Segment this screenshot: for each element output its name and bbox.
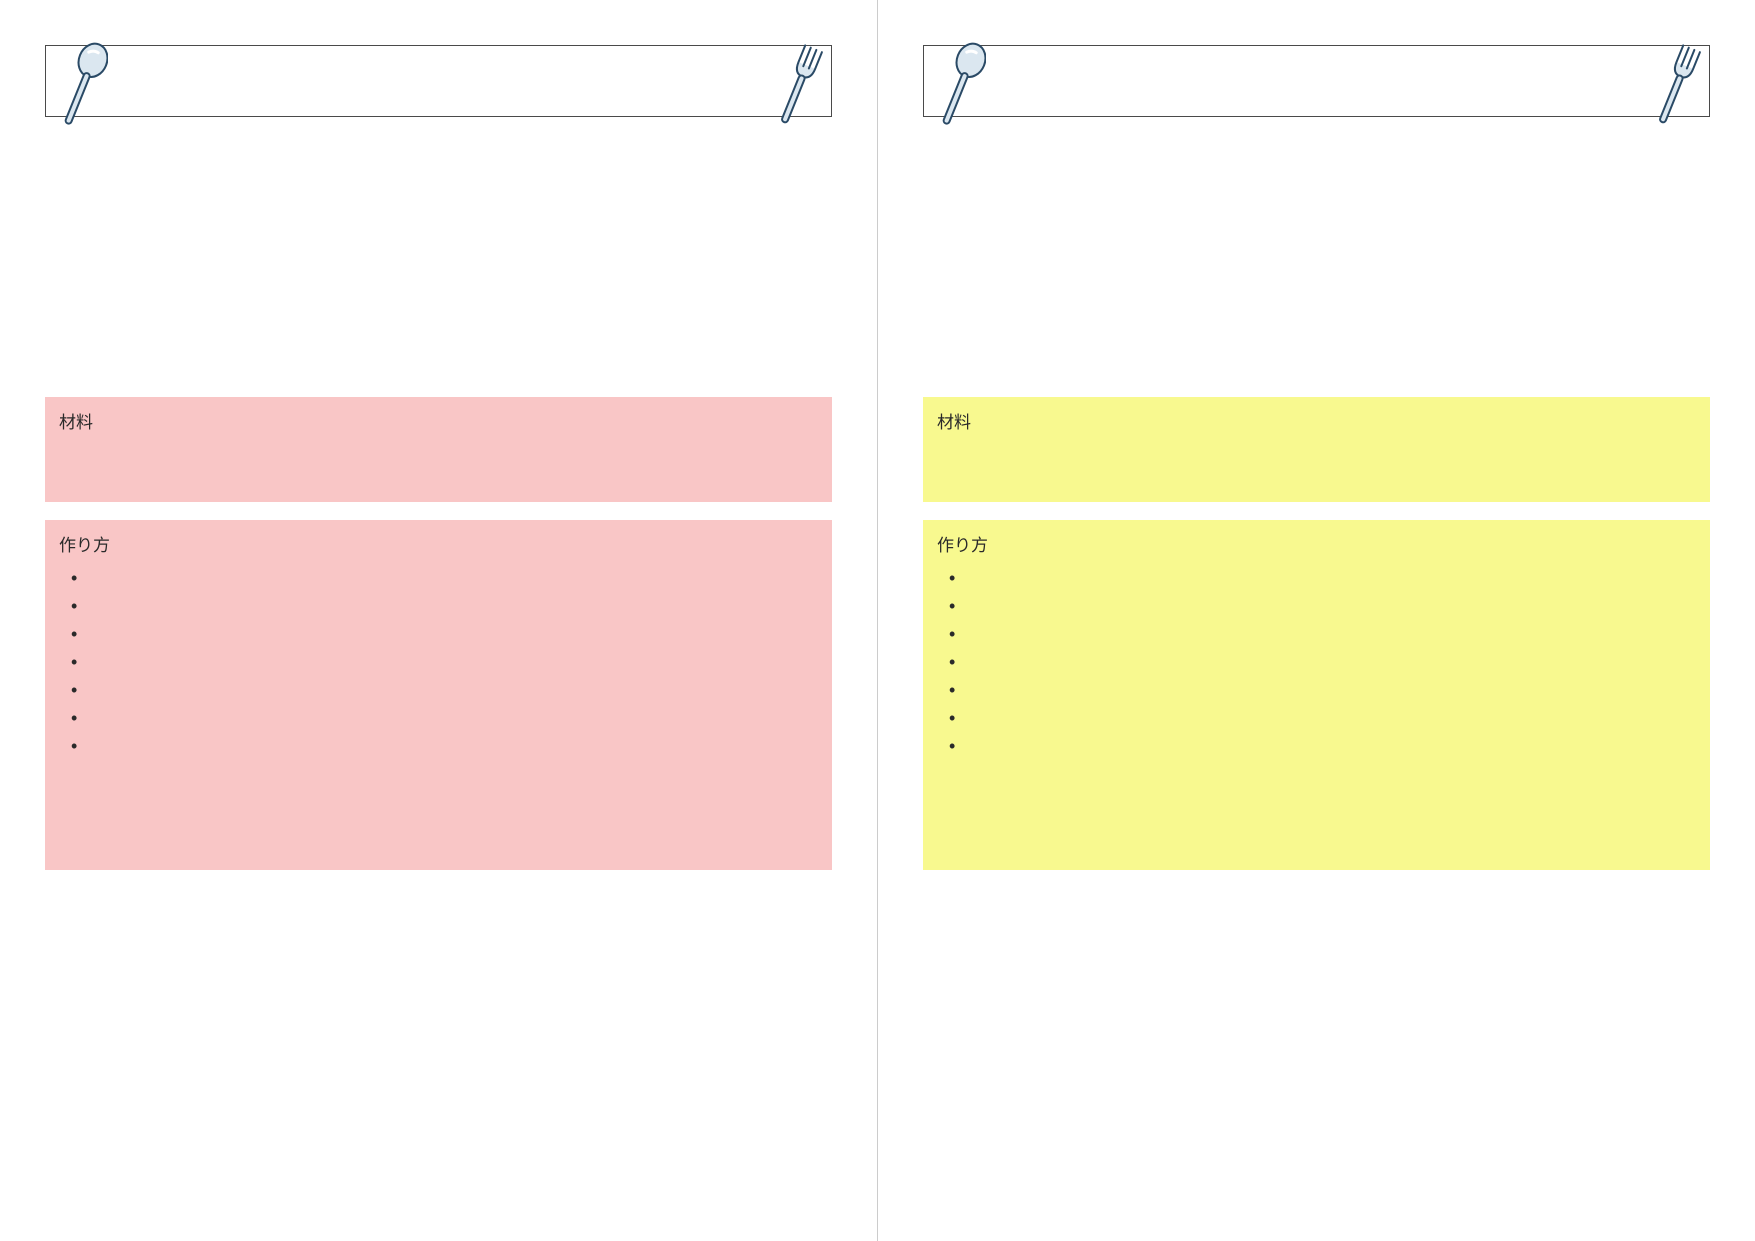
instructions-bullet-list xyxy=(937,563,1696,759)
list-item xyxy=(949,647,1696,675)
list-item xyxy=(949,731,1696,759)
title-box xyxy=(45,45,832,117)
two-page-spread: 材料 作り方 xyxy=(0,0,1755,1241)
fork-icon xyxy=(771,42,825,143)
list-item xyxy=(71,647,818,675)
ingredients-label: 材料 xyxy=(59,413,93,432)
instructions-section: 作り方 xyxy=(923,520,1710,870)
instructions-section: 作り方 xyxy=(45,520,832,870)
page-right: 材料 作り方 xyxy=(878,0,1755,1241)
list-item xyxy=(71,591,818,619)
list-item xyxy=(71,731,818,759)
instructions-bullet-list xyxy=(59,563,818,759)
list-item xyxy=(949,591,1696,619)
list-item xyxy=(949,675,1696,703)
list-item xyxy=(949,619,1696,647)
spoon-icon xyxy=(932,42,986,143)
page-left: 材料 作り方 xyxy=(0,0,877,1241)
list-item xyxy=(71,675,818,703)
list-item xyxy=(949,563,1696,591)
ingredients-section: 材料 xyxy=(45,397,832,502)
list-item xyxy=(71,619,818,647)
ingredients-label: 材料 xyxy=(937,413,971,432)
list-item xyxy=(949,703,1696,731)
instructions-label: 作り方 xyxy=(937,536,988,555)
list-item xyxy=(71,563,818,591)
spoon-icon xyxy=(54,42,108,143)
list-item xyxy=(71,703,818,731)
title-box xyxy=(923,45,1710,117)
instructions-label: 作り方 xyxy=(59,536,110,555)
ingredients-section: 材料 xyxy=(923,397,1710,502)
fork-icon xyxy=(1649,42,1703,143)
